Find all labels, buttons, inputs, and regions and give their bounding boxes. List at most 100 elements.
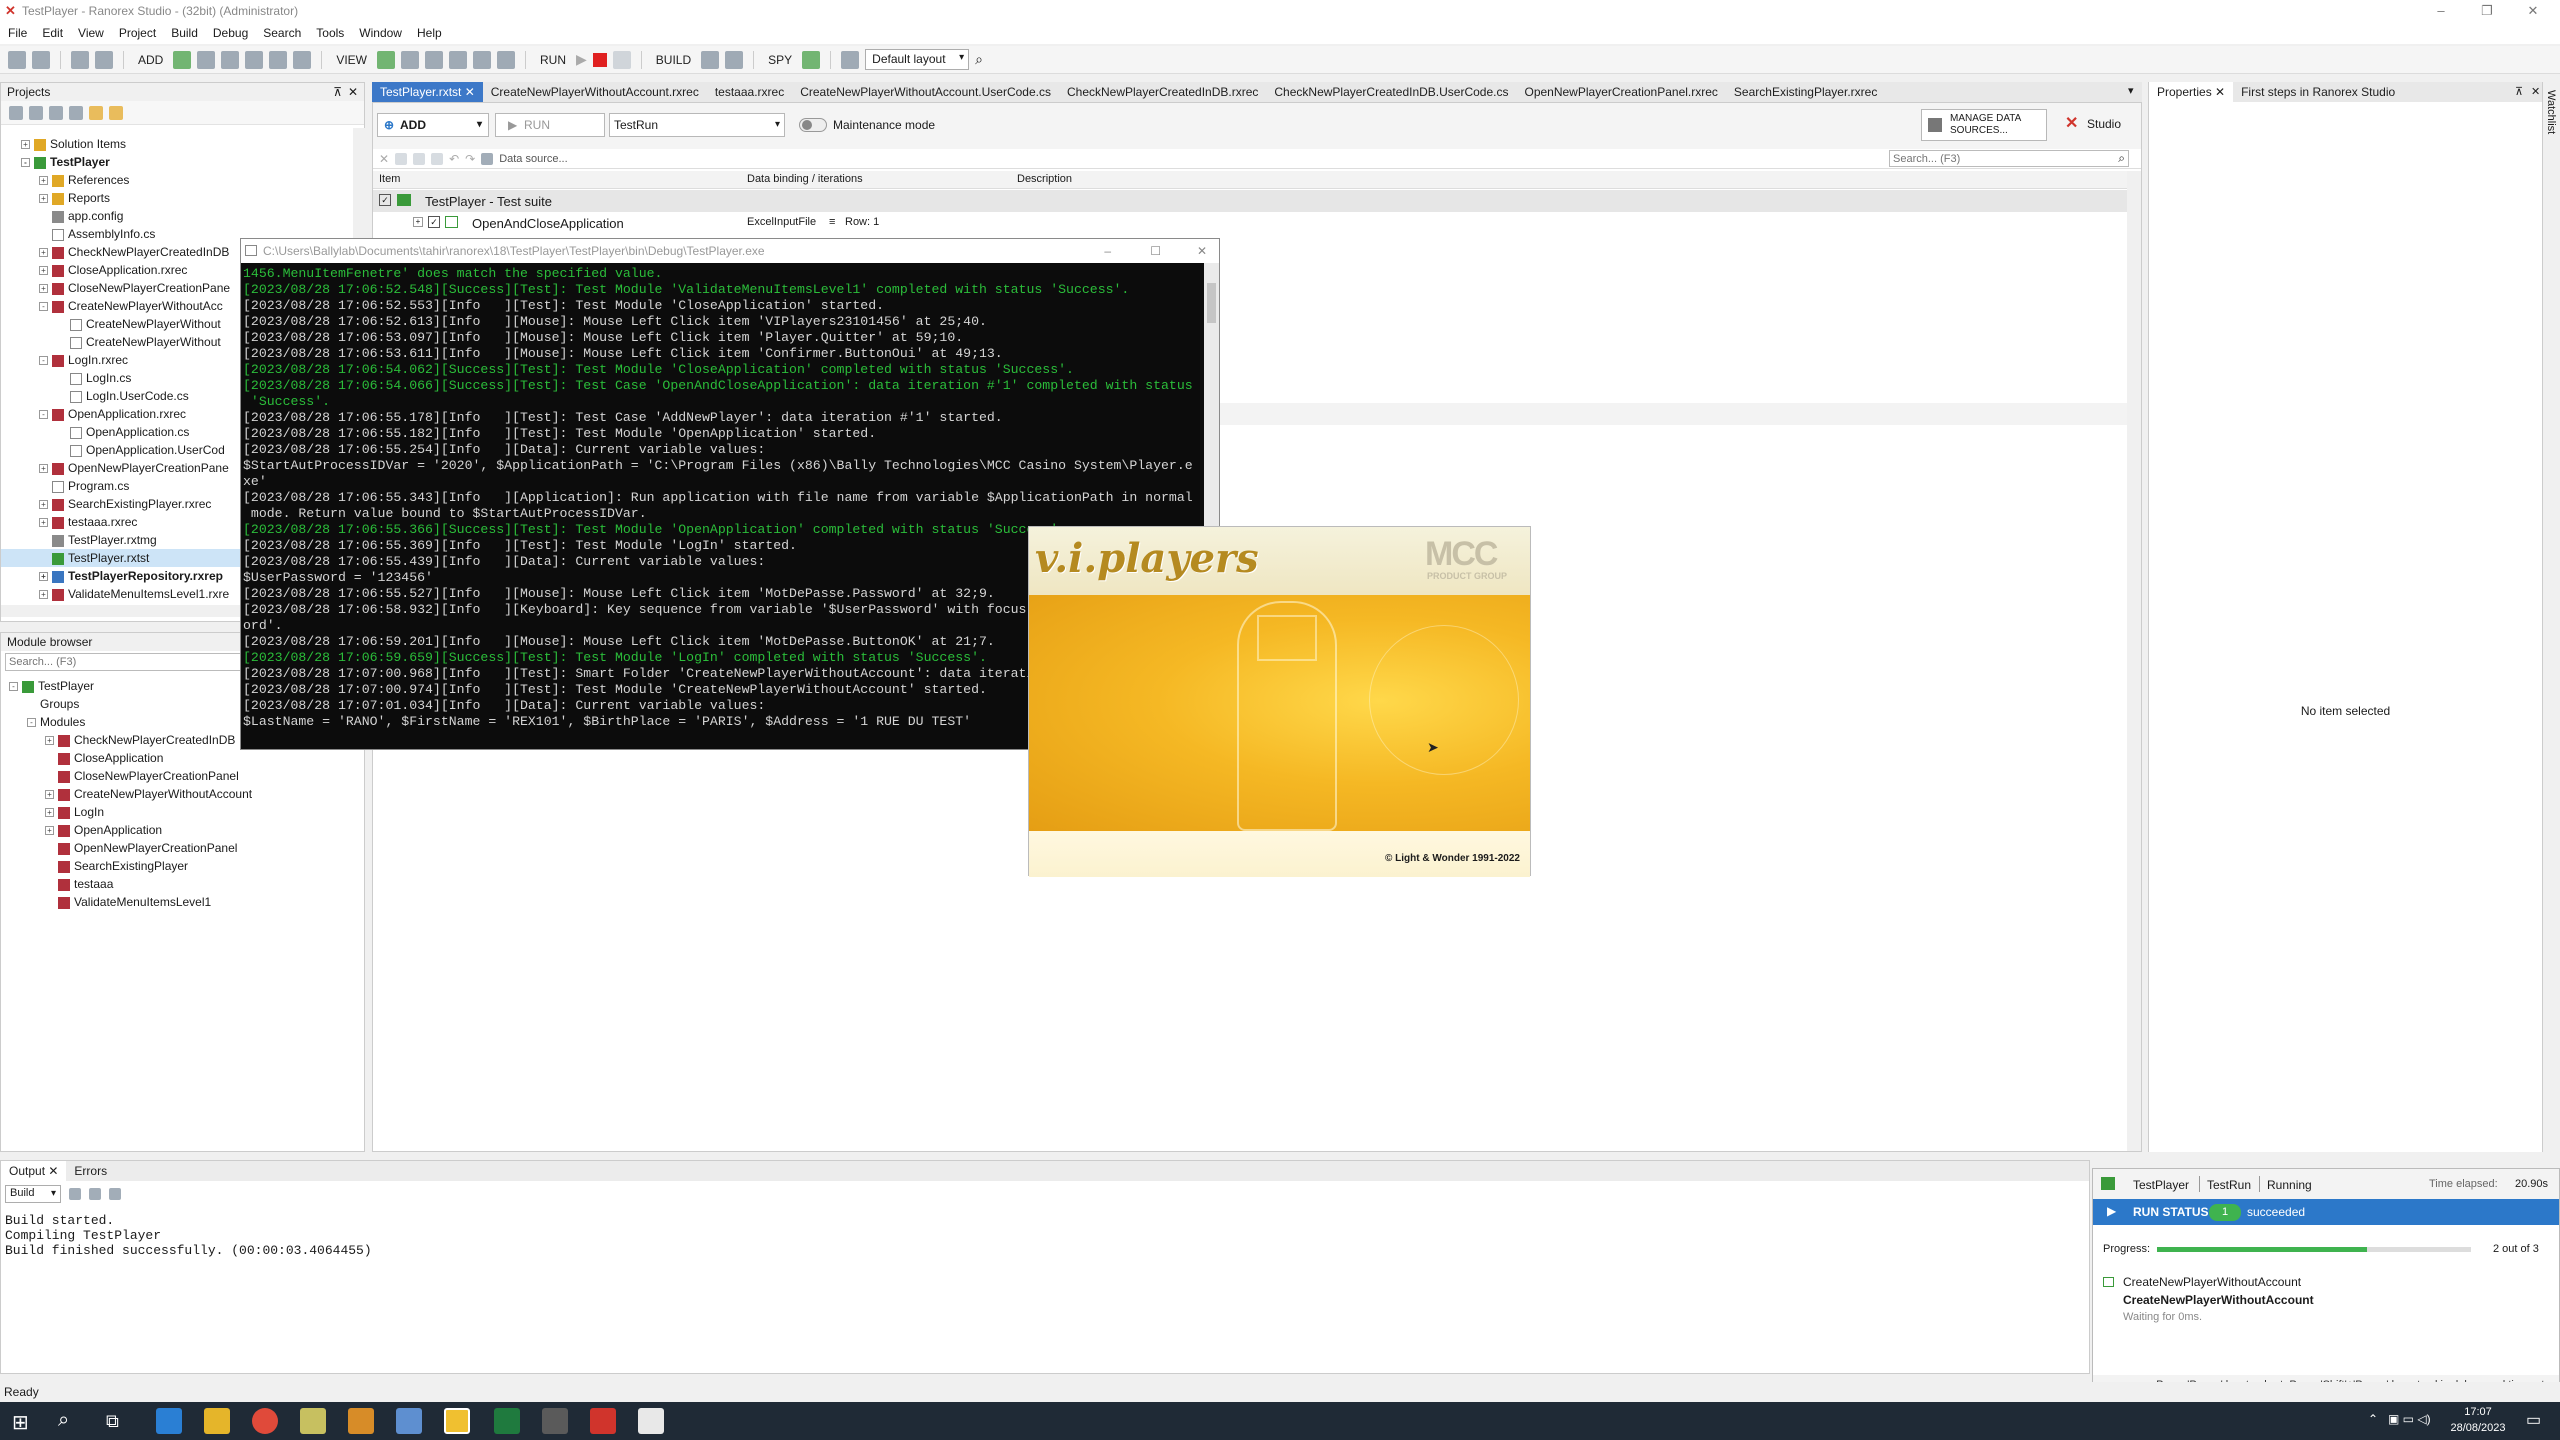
search-icon[interactable]: ⌕ [975,51,983,68]
menu-debug[interactable]: Debug [213,26,248,40]
expand-toggle[interactable]: + [39,590,48,600]
run-config-select[interactable]: TestRun ▾ [609,113,785,137]
doc-tab[interactable]: CreateNewPlayerWithoutAccount.rxrec [483,82,707,102]
copy-icon[interactable] [395,152,408,165]
expand-toggle[interactable]: - [39,302,48,312]
expand-toggle[interactable]: - [9,682,18,692]
menu-search[interactable]: Search [263,26,301,40]
tray-chevron-icon[interactable]: ⌃ [2368,1412,2378,1426]
col-item[interactable]: Item [379,173,400,185]
menu-help[interactable]: Help [417,26,442,40]
task-view-icon[interactable]: ⧉ [106,1411,119,1432]
test-case-row[interactable]: + ✓ OpenAndCloseApplication ExcelInputFi… [373,212,2141,234]
output-filter-select[interactable]: Build [5,1185,61,1203]
cut-icon[interactable] [431,152,444,165]
expand-toggle[interactable]: - [39,356,48,366]
wrap-icon[interactable] [89,1188,101,1200]
tree-item[interactable]: + LogIn [5,803,360,821]
add-file-icon[interactable] [293,50,312,69]
tree-item[interactable]: CloseApplication [5,749,360,767]
doc-tab[interactable]: SearchExistingPlayer.rxrec [1726,82,1885,102]
col-binding[interactable]: Data binding / iterations [747,173,863,185]
menu-edit[interactable]: Edit [42,26,63,40]
suite-scrollbar[interactable] [2127,171,2141,1151]
save-icon[interactable] [71,50,89,69]
manage-data-sources-button[interactable]: MANAGE DATA SOURCES... [1921,109,2047,141]
taskbar-search-icon[interactable]: ⌕ [58,1409,69,1432]
copy-output-icon[interactable] [109,1188,121,1200]
add-code-icon[interactable] [245,50,264,69]
suite-row[interactable]: ✓ TestPlayer - Test suite [373,190,2141,212]
suite-checkbox[interactable]: ✓ [379,194,391,206]
watchlist-strip[interactable]: Watchlist [2542,82,2560,1152]
open-folder-icon[interactable] [109,105,123,120]
pin-icon[interactable]: ⊼ [333,83,342,101]
delete-icon[interactable]: ✕ [379,152,389,166]
view-label[interactable]: VIEW [336,53,367,67]
tree-item[interactable]: ValidateMenuItemsLevel1 [5,893,360,911]
stop-icon[interactable] [592,52,607,67]
pause-icon[interactable] [612,50,631,69]
clear-output-icon[interactable] [69,1188,81,1200]
tree-item[interactable]: testaaa [5,875,360,893]
console-taskbar-icon[interactable] [638,1408,664,1434]
doc-tab[interactable]: testaaa.rxrec [707,82,792,102]
menu-build[interactable]: Build [171,26,198,40]
tab-list-icon[interactable]: ▾ [2128,84,2134,97]
expand-toggle[interactable]: + [39,500,48,510]
settings-icon[interactable] [497,50,516,69]
tree-item[interactable]: SearchExistingPlayer [5,857,360,875]
expand-toggle[interactable]: + [45,790,54,800]
tree-item[interactable]: + Reports [1,189,356,207]
save-all-icon[interactable] [95,50,113,69]
col-description[interactable]: Description [1017,173,1072,185]
tab-output[interactable]: Output ✕ [1,1161,67,1181]
expand-toggle[interactable]: - [27,718,36,728]
tab-errors[interactable]: Errors [66,1161,115,1181]
layout-settings-icon[interactable] [841,50,860,69]
menu-project[interactable]: Project [119,26,156,40]
back-icon[interactable] [8,50,26,69]
add-label[interactable]: ADD [138,53,163,67]
menu-window[interactable]: Window [359,26,402,40]
menu-tools[interactable]: Tools [316,26,344,40]
expand-toggle[interactable]: - [39,410,48,420]
expand-toggle[interactable]: + [39,284,48,294]
expand-toggle[interactable]: + [21,140,30,150]
redo-icon[interactable]: ↷ [465,152,475,166]
view-project-icon[interactable] [377,50,396,69]
menu-view[interactable]: View [78,26,104,40]
show-files-icon[interactable] [29,105,43,120]
data-source-link[interactable]: Data source... [499,153,567,165]
layout-select[interactable]: Default layout [865,49,970,70]
add-item-icon[interactable] [173,50,192,69]
tab-first-steps[interactable]: First steps in Ranorex Studio [2233,82,2403,102]
suite-add-button[interactable]: ⊕ ADD ▾ [377,113,489,137]
view-grid-icon[interactable] [401,50,420,69]
suite-search-box[interactable]: ⌕ [1889,150,2129,167]
shield-icon[interactable] [473,50,492,69]
vip-player-icon[interactable] [444,1408,470,1434]
run-status-bar[interactable]: ▶ RUN STATUS 1 succeeded [2093,1199,2559,1225]
add-module-icon[interactable] [197,50,216,69]
console-minimize[interactable]: – [1104,239,1111,263]
expand-toggle[interactable]: + [45,736,54,746]
run-label[interactable]: RUN [540,53,566,67]
studio-button[interactable]: ✕ Studio [2061,113,2137,137]
panel-close-icon[interactable]: ✕ [348,83,358,101]
app-icon-4[interactable] [542,1408,568,1434]
view-link-icon[interactable] [449,50,468,69]
case-checkbox[interactable]: ✓ [428,216,440,228]
menu-file[interactable]: File [8,26,27,40]
tab-properties[interactable]: Properties ✕ [2149,82,2234,102]
clock-time[interactable]: 17:07 [2440,1406,2516,1418]
doc-tab[interactable]: CheckNewPlayerCreatedInDB.rxrec [1059,82,1266,102]
console-maximize[interactable]: ☐ [1150,239,1161,263]
doc-tab[interactable]: OpenNewPlayerCreationPanel.rxrec [1516,82,1725,102]
restore-button[interactable]: ❐ [2464,0,2510,22]
add-recording-icon[interactable] [221,50,240,69]
paste-icon[interactable] [413,152,426,165]
search-icon[interactable]: ⌕ [2118,151,2125,166]
expand-toggle[interactable]: + [39,248,48,258]
deploy-icon[interactable] [725,50,744,69]
